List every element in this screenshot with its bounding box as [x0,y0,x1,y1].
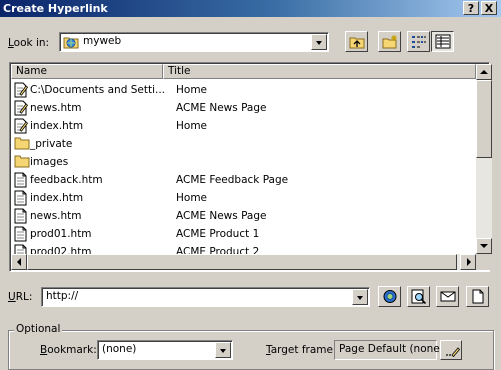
url-combo[interactable]: http:// [41,287,370,307]
arrow-right-icon [467,258,471,266]
horizontal-scroll-thumb[interactable] [27,254,457,270]
list-view-button[interactable] [407,31,430,52]
arrow-up-icon [480,70,488,74]
details-view-button[interactable] [431,31,454,52]
file-title: ACME Feedback Page [176,174,289,186]
column-header-title[interactable]: Title [163,64,476,79]
file-row[interactable]: prod01.htm ACME Product 1 [12,225,478,243]
window-title: Create Hyperlink [3,2,108,15]
lookin-combo[interactable]: myweb [59,32,329,52]
email-link-button[interactable] [436,286,459,307]
lookin-label: Look in: [8,37,50,49]
file-name: feedback.htm [30,174,103,186]
optional-group-title: Optional [14,323,63,335]
file-name: news.htm [30,210,82,222]
file-title: Home [176,84,208,96]
target-frame-value: Page Default (none) [339,343,444,355]
file-name: _private [30,138,73,150]
browse-web-button[interactable] [378,286,401,307]
vertical-scrollbar[interactable] [476,64,492,254]
bookmark-combo[interactable]: (none) [97,340,233,360]
file-row[interactable]: index.htm Home [12,189,478,207]
file-row[interactable]: _private [12,135,478,153]
file-name: news.htm [30,102,82,114]
vertical-scroll-thumb[interactable] [476,80,492,158]
title-bar: Create Hyperlink [0,0,501,17]
scroll-corner [476,254,492,270]
file-title: ACME News Page [176,210,267,222]
file-row[interactable]: index.htm Home [12,117,478,135]
scroll-up-button[interactable] [476,64,492,80]
up-one-level-button[interactable] [345,31,368,52]
close-button[interactable]: X [481,1,497,15]
file-name: index.htm [30,192,84,204]
url-input[interactable]: http:// [46,290,78,302]
target-frame-field: Page Default (none) [334,340,444,360]
lookin-dropdown-button[interactable] [311,34,327,50]
file-row[interactable]: feedback.htm ACME Feedback Page [12,171,478,189]
file-title: Home [176,120,208,132]
arrow-left-icon [17,258,21,266]
file-name: C:\Documents and Setti... [30,84,165,96]
new-folder-button[interactable] [378,31,401,52]
file-row[interactable]: news.htm ACME News Page [12,99,478,117]
scroll-down-button[interactable] [476,238,492,254]
target-frame-label: Target frame: [266,344,337,356]
column-header-name[interactable]: Name [11,64,163,79]
file-row[interactable]: news.htm ACME News Page [12,207,478,225]
file-name: index.htm [30,120,84,132]
scroll-left-button[interactable] [11,254,27,270]
arrow-down-icon [480,244,488,248]
url-dropdown-button[interactable] [352,289,368,305]
file-title: ACME News Page [176,102,267,114]
change-target-frame-button[interactable] [440,340,462,360]
horizontal-scrollbar[interactable] [11,254,476,270]
url-label: URL: [8,291,33,303]
help-button[interactable]: ? [463,1,479,15]
bookmark-dropdown-button[interactable] [215,342,231,358]
new-page-button[interactable] [466,286,489,307]
bookmark-label: Bookmark: [40,344,97,356]
file-list[interactable]: Name Title C:\Documents and Setti... Home… [9,62,492,272]
file-title: ACME Product 1 [176,228,260,240]
browse-file-button[interactable] [407,286,430,307]
file-row[interactable]: C:\Documents and Setti... Home [12,81,478,99]
file-row[interactable]: images [12,153,478,171]
lookin-value: myweb [83,35,122,47]
file-name: images [30,156,69,168]
web-folder-icon [63,35,79,52]
file-title: Home [176,192,208,204]
file-name: prod01.htm [30,228,92,240]
scroll-right-button[interactable] [460,254,476,270]
folder-icon [14,154,30,171]
bookmark-value: (none) [102,343,137,355]
folder-icon [14,136,30,153]
